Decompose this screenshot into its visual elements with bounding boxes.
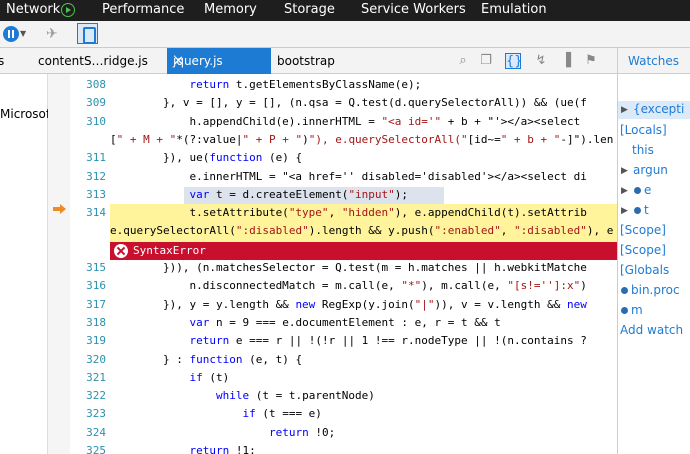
code-line: return e === r || !(!r || 1 !== r.nodeTy… (189, 334, 587, 348)
tab-memory[interactable]: Memory (204, 2, 257, 17)
line-number: 321 (86, 370, 106, 384)
code-line: }), y = y.length && new RegExp(y.join("|… (110, 297, 587, 311)
code-line: return !0; (268, 425, 336, 439)
code-line: t.setAttribute("type", "hidden"), e.appe… (110, 206, 587, 220)
code-line: }), ue(function (e) { (110, 151, 303, 165)
code-line: e.querySelectorAll(":disabled").length &… (110, 224, 614, 238)
debugger-toolbar: ▼ ✈ (0, 21, 690, 48)
line-number: 309 (86, 96, 106, 110)
code-line: return t.getElementsByClassName(e); (189, 78, 422, 91)
value-icon (634, 207, 641, 214)
line-number: 324 (86, 425, 106, 439)
line-number: 322 (86, 389, 106, 403)
line-number: 312 (86, 169, 106, 183)
error-bar: SyntaxError (110, 241, 617, 260)
line-number: 316 (86, 279, 106, 293)
pretty-print-icon[interactable]: {} (505, 53, 523, 69)
file-tab-bootstrap[interactable]: bootstrap (277, 54, 335, 68)
chevron-down-icon[interactable]: ▼ (20, 29, 26, 38)
save-icon[interactable] (77, 23, 98, 44)
code-line: while (t = t.parentNode) (215, 389, 375, 403)
record-icon[interactable] (61, 3, 75, 17)
tab-storage[interactable]: Storage (284, 2, 335, 17)
stats-icon[interactable]: ▐ (558, 53, 574, 69)
code-line: var n = 9 === e.documentElement : e, r =… (189, 315, 501, 329)
error-message: SyntaxError (133, 243, 206, 257)
copy-icon[interactable]: ❐ (478, 53, 494, 69)
code-line: e.innerHTML = "<a href='' disabled='disa… (110, 169, 587, 183)
flag-icon[interactable]: ⚑ (583, 53, 599, 69)
expand-icon[interactable]: ▶ (621, 186, 628, 196)
watches-panel: Watches ▶ {excepti [Locals] this ▶ argun ▶ e ▶ t [… (617, 48, 690, 454)
line-number: 320 (86, 352, 106, 366)
file-tab-jquery[interactable]: jquery.js ✕ (167, 48, 271, 74)
line-number: 317 (86, 297, 106, 311)
watch-item[interactable]: this (632, 143, 654, 157)
file-tab-contentscript[interactable]: contentS…ridge.js (38, 54, 148, 68)
expand-icon[interactable]: ▶ (621, 105, 628, 115)
error-icon (114, 243, 128, 258)
code-editor[interactable]: SyntaxError 308 309 310 311 312 313 314 315 316 31… (70, 74, 617, 454)
code-line: if (t) (189, 370, 230, 384)
tab-performance[interactable]: Performance (102, 2, 184, 17)
value-icon (621, 307, 628, 314)
line-number: 319 (86, 334, 106, 348)
line-number: 315 (86, 261, 106, 274)
watches-header: Watches (618, 48, 690, 74)
expand-icon[interactable]: ▶ (621, 166, 628, 176)
line-number: 313 (86, 187, 106, 201)
watch-item[interactable]: [Locals] (620, 123, 667, 137)
current-statement-arrow-icon (53, 204, 67, 214)
watches-title: Watches (628, 54, 679, 68)
line-number: 308 (86, 78, 106, 91)
watch-item[interactable]: e (644, 183, 651, 197)
find-icon[interactable]: ⌕ (455, 53, 471, 69)
watch-item[interactable]: bin.proc (631, 283, 680, 297)
code-line: if (t === e) (242, 407, 322, 421)
watch-item[interactable]: [Scope] (620, 243, 666, 257)
watch-item[interactable]: argun (633, 163, 668, 177)
devtools-tab-bar: Network Performance Memory Storage Servi… (0, 0, 690, 21)
expand-icon[interactable]: ▶ (621, 206, 628, 216)
watch-item[interactable]: [Globals (620, 263, 669, 277)
watch-item[interactable]: t (644, 203, 649, 217)
value-icon (621, 287, 628, 294)
line-number: 311 (86, 151, 106, 165)
code-line: })), (n.matchesSelector = Q.test(m = h.m… (110, 261, 587, 274)
file-tab-row: s contentS…ridge.js jquery.js ✕ bootstra… (0, 48, 617, 74)
watch-item[interactable]: m (631, 303, 643, 317)
breakpoint-gutter[interactable] (48, 74, 70, 454)
close-icon[interactable]: ✕ (173, 54, 184, 69)
code-line: h.appendChild(e).innerHTML = "<a id='" +… (110, 114, 581, 128)
file-tree-pane: MicrosoftM (0, 74, 48, 454)
code-line: return !1; (189, 444, 256, 454)
code-line: n.disconnectedMatch = m.call(e, "*"), m.… (110, 279, 587, 293)
line-number: 310 (86, 114, 106, 128)
add-watch-button[interactable]: Add watch (620, 323, 683, 337)
watch-item[interactable]: {excepti (633, 102, 684, 116)
deactivate-breakpoints-icon[interactable]: ✈ (46, 26, 58, 42)
tab-emulation[interactable]: Emulation (481, 2, 547, 17)
step-icon[interactable]: ↯ (533, 53, 549, 69)
line-number: 323 (86, 407, 106, 421)
tab-network[interactable]: Network (6, 2, 60, 17)
code-line: [" + M + "*(?:value|" + P + ")"), e.quer… (110, 132, 614, 146)
code-line: } : function (e, t) { (110, 352, 303, 366)
line-number: 325 (86, 444, 106, 454)
code-line: }, v = [], y = [], (n.qsa = Q.test(d.que… (110, 96, 587, 110)
tab-service-workers[interactable]: Service Workers (361, 2, 466, 17)
line-number: 318 (86, 315, 106, 329)
line-number: 314 (86, 206, 106, 220)
watch-item[interactable]: [Scope] (620, 223, 666, 237)
code-line: var t = d.createElement("input"); (189, 187, 409, 201)
value-icon (634, 187, 641, 194)
pause-icon[interactable] (3, 26, 19, 42)
file-tab-partial[interactable]: s (0, 54, 4, 68)
file-tree-item[interactable]: MicrosoftM (0, 107, 48, 121)
